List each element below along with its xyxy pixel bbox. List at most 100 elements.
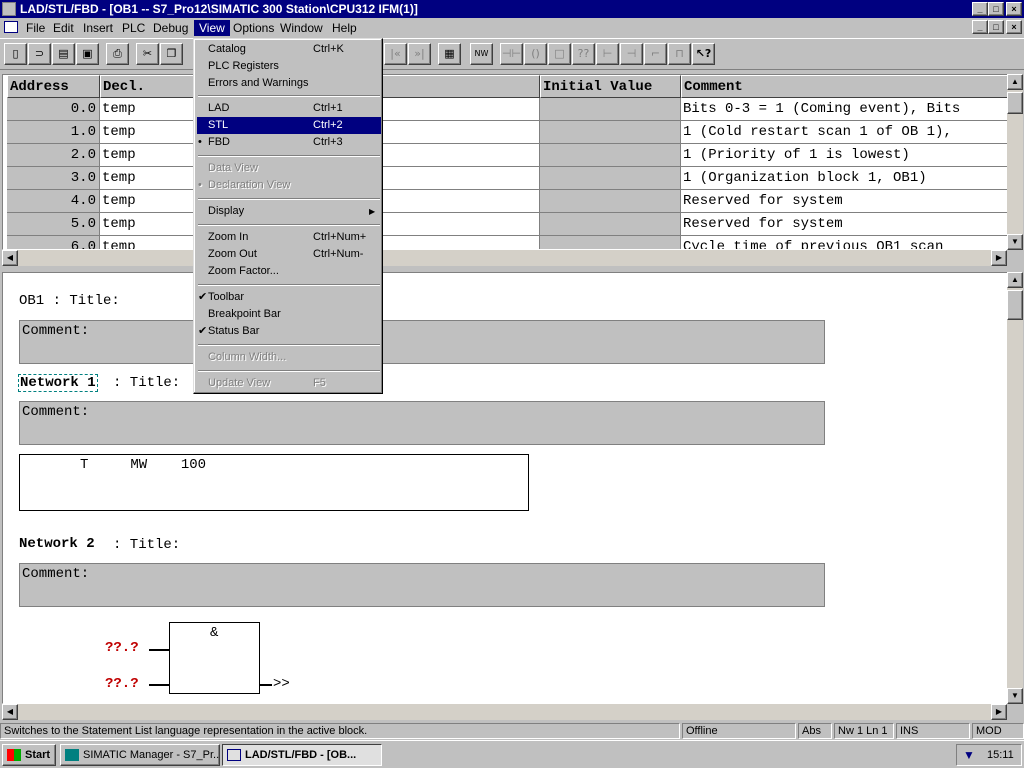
editor-scroll-down-icon[interactable]: ▼ — [1007, 688, 1023, 704]
stl-statement[interactable]: T MW 100 — [80, 457, 206, 473]
branch-open-icon[interactable]: ⊢ — [596, 43, 619, 65]
fbd-input-2[interactable]: ??.? — [105, 676, 139, 692]
network-1-label[interactable]: Network 1 — [18, 374, 98, 392]
fbd-output[interactable]: >> — [273, 676, 290, 692]
cell-decl[interactable]: temp — [100, 167, 196, 190]
child-window-icon[interactable] — [4, 21, 18, 33]
box-icon[interactable]: □ — [548, 43, 571, 65]
view-menu-item-lad[interactable]: LAD Ctrl+1 — [197, 100, 381, 117]
child-restore-button[interactable]: □ — [988, 20, 1004, 34]
network-1-stl-box[interactable]: T MW 100 — [19, 454, 529, 511]
network-info-icon[interactable]: NW — [470, 43, 493, 65]
menu-insert[interactable]: Insert — [78, 20, 118, 36]
cell-initial-value[interactable] — [540, 236, 681, 249]
cell-initial-value[interactable] — [540, 121, 681, 144]
menu-view[interactable]: View — [194, 20, 230, 36]
cell-comment[interactable]: 1 (Organization block 1, OB1) — [681, 167, 1007, 190]
editor-horizontal-scrollbar[interactable]: ◀ ▶ — [2, 704, 1007, 720]
menu-file[interactable]: File — [21, 20, 50, 36]
cell-address[interactable]: 4.0 — [7, 190, 100, 213]
access-nodes-icon[interactable]: ▤ — [52, 43, 75, 65]
scroll-down-icon[interactable]: ▼ — [1007, 234, 1023, 250]
cell-address[interactable]: 1.0 — [7, 121, 100, 144]
cell-comment[interactable]: 1 (Priority of 1 is lowest) — [681, 144, 1007, 167]
copy-icon[interactable]: ❐ — [160, 43, 183, 65]
view-menu-item-catalog[interactable]: Catalog Ctrl+K — [197, 41, 381, 58]
cell-address[interactable]: 0.0 — [7, 98, 100, 121]
cell-initial-value[interactable] — [540, 144, 681, 167]
cell-initial-value[interactable] — [540, 213, 681, 236]
view-menu-item-status-bar[interactable]: ✔ Status Bar — [197, 323, 381, 340]
minimize-button[interactable]: _ — [972, 2, 988, 16]
scroll-thumb[interactable] — [1007, 92, 1023, 114]
ladder-coil-icon[interactable]: () — [524, 43, 547, 65]
maximize-button[interactable]: □ — [988, 2, 1004, 16]
scroll-right-icon[interactable]: ▶ — [991, 250, 1007, 266]
task-simatic-manager[interactable]: SIMATIC Manager - S7_Pr... — [60, 744, 220, 766]
network-2-label[interactable]: Network 2 — [19, 536, 95, 552]
network-tray-icon[interactable]: ▼ — [963, 748, 975, 762]
menu-window[interactable]: Window — [275, 20, 328, 36]
network-2-comment[interactable]: Comment: — [19, 563, 825, 607]
header-initial-value[interactable]: Initial Value — [540, 75, 681, 98]
menu-debug[interactable]: Debug — [148, 20, 193, 36]
network-1-comment[interactable]: Comment: — [19, 401, 825, 445]
cell-address[interactable]: 5.0 — [7, 213, 100, 236]
connection-icon[interactable]: ⌐ — [644, 43, 667, 65]
header-address[interactable]: Address — [7, 75, 100, 98]
editor-scroll-thumb[interactable] — [1007, 290, 1023, 320]
branch-close-icon[interactable]: ⊣ — [620, 43, 643, 65]
close-button[interactable]: × — [1006, 2, 1022, 16]
cell-address[interactable]: 2.0 — [7, 144, 100, 167]
editor-scroll-up-icon[interactable]: ▲ — [1007, 272, 1023, 288]
view-menu-item-zoom-factor[interactable]: Zoom Factor... — [197, 263, 381, 280]
cell-initial-value[interactable] — [540, 190, 681, 213]
view-menu-item-display[interactable]: Display ▶ — [197, 203, 381, 220]
header-comment[interactable]: Comment — [681, 75, 1007, 98]
view-menu-item-toolbar[interactable]: ✔ Toolbar — [197, 289, 381, 306]
editor-scroll-left-icon[interactable]: ◀ — [2, 704, 18, 720]
fbd-input-1[interactable]: ??.? — [105, 640, 139, 656]
scroll-left-icon[interactable]: ◀ — [2, 250, 18, 266]
prev-start-icon[interactable]: |« — [384, 43, 407, 65]
app-icon[interactable] — [2, 2, 16, 16]
cut-icon[interactable]: ✂ — [136, 43, 159, 65]
cell-decl[interactable]: temp — [100, 121, 196, 144]
cell-comment[interactable]: Cycle time of previous OB1 scan — [681, 236, 1007, 249]
cell-comment[interactable]: Reserved for system — [681, 190, 1007, 213]
next-end-icon[interactable]: »| — [408, 43, 431, 65]
child-close-button[interactable]: × — [1006, 20, 1022, 34]
code-editor[interactable]: OB1 : Title: Comment: Network 1 : Title:… — [2, 272, 1008, 704]
menu-options[interactable]: Options — [228, 20, 279, 36]
cell-address[interactable]: 3.0 — [7, 167, 100, 190]
view-menu-item-errors-and-warnings[interactable]: Errors and Warnings — [197, 75, 381, 92]
fbd-and-box[interactable]: & — [169, 622, 260, 694]
join-icon[interactable]: ⊓ — [668, 43, 691, 65]
open-folder-icon[interactable]: ⊃ — [28, 43, 51, 65]
cell-decl[interactable]: temp — [100, 144, 196, 167]
help-icon[interactable]: ↖? — [692, 43, 715, 65]
editor-scroll-right-icon[interactable]: ▶ — [991, 704, 1007, 720]
menu-edit[interactable]: Edit — [48, 20, 79, 36]
cell-decl[interactable]: temp — [100, 236, 196, 249]
task-lad-stl-fbd[interactable]: LAD/STL/FBD - [OB... — [222, 744, 382, 766]
save-icon[interactable]: ▣ — [76, 43, 99, 65]
block-comment[interactable]: Comment: — [19, 320, 825, 364]
view-menu-item-plc-registers[interactable]: PLC Registers — [197, 58, 381, 75]
overview-icon[interactable]: ▦ — [438, 43, 461, 65]
header-decl[interactable]: Decl. — [100, 75, 196, 98]
scroll-up-icon[interactable]: ▲ — [1007, 74, 1023, 90]
decl-horizontal-scrollbar[interactable]: ◀ ▶ — [2, 250, 1007, 266]
clock[interactable]: 15:11 — [987, 749, 1014, 761]
editor-vertical-scrollbar[interactable]: ▲ ▼ — [1007, 272, 1023, 704]
cell-decl[interactable]: temp — [100, 98, 196, 121]
menu-plc[interactable]: PLC — [117, 20, 150, 36]
cell-initial-value[interactable] — [540, 98, 681, 121]
view-menu-item-zoom-in[interactable]: Zoom In Ctrl+Num+ — [197, 229, 381, 246]
jump-icon[interactable]: ?? — [572, 43, 595, 65]
new-file-icon[interactable]: ▯ — [4, 43, 27, 65]
cell-decl[interactable]: temp — [100, 213, 196, 236]
view-menu-item-stl[interactable]: STL Ctrl+2 — [197, 117, 381, 134]
cell-comment[interactable]: Reserved for system — [681, 213, 1007, 236]
cell-address[interactable]: 6.0 — [7, 236, 100, 249]
